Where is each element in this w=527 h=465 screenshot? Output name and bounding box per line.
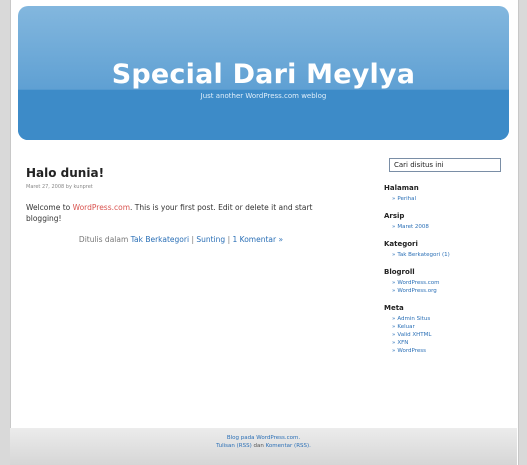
- filed-label: Ditulis dalam: [78, 235, 129, 244]
- sidebar-item-perihal[interactable]: Perihal: [397, 196, 416, 202]
- sidebar-link[interactable]: » Tak Berkategori (1): [392, 251, 514, 259]
- bullet-icon: »: [392, 196, 396, 202]
- bullet-icon: »: [392, 348, 396, 354]
- post: Halo dunia! Maret 27, 2008 by kunpret We…: [26, 166, 336, 244]
- separator: |: [191, 235, 194, 244]
- comments-rss-link[interactable]: Komentar (RSS).: [266, 443, 311, 449]
- entries-rss-link[interactable]: Tulisan (RSS): [216, 443, 252, 449]
- widget-categories: Kategori » Tak Berkategori (1): [384, 240, 514, 259]
- sidebar-link[interactable]: » XFN: [392, 339, 514, 347]
- blog-description: Just another WordPress.com weblog: [200, 92, 327, 100]
- sidebar-link[interactable]: » WordPress.com: [392, 279, 514, 287]
- search-input[interactable]: Cari disitus ini: [389, 158, 501, 172]
- widget-archives: Arsip » Maret 2008: [384, 212, 514, 231]
- widget-pages: Halaman » Perihal: [384, 184, 514, 203]
- blog-title[interactable]: Special Dari Meylya: [18, 59, 509, 90]
- sidebar-link[interactable]: » Admin Situs: [392, 315, 514, 323]
- widget-title: Arsip: [384, 212, 405, 220]
- blog-header: Special Dari Meylya Just another WordPre…: [18, 6, 509, 140]
- bullet-icon: »: [392, 324, 396, 330]
- bullet-icon: »: [392, 340, 396, 346]
- widget-title: Meta: [384, 304, 404, 312]
- post-title[interactable]: Halo dunia!: [26, 166, 336, 180]
- wordpress-link[interactable]: WordPress.com: [73, 203, 130, 212]
- bullet-icon: »: [392, 288, 396, 294]
- footer-credit-link[interactable]: Blog pada WordPress.com.: [227, 435, 300, 441]
- bullet-icon: »: [392, 332, 396, 338]
- footer-and: dan: [253, 443, 264, 449]
- sidebar-item-wordpress-org[interactable]: WordPress.org: [397, 288, 436, 294]
- sidebar-item-category[interactable]: Tak Berkategori (1): [397, 252, 449, 258]
- comments-link[interactable]: 1 Komentar »: [233, 235, 284, 244]
- bullet-icon: »: [392, 252, 396, 258]
- sidebar-item-logout[interactable]: Keluar: [397, 324, 414, 330]
- widget-meta: Meta » Admin Situs » Keluar » Valid XHTML »…: [384, 304, 514, 355]
- edit-link[interactable]: Sunting: [196, 235, 225, 244]
- widget-title: Kategori: [384, 240, 418, 248]
- bullet-icon: »: [392, 316, 396, 322]
- sidebar-item-xfn[interactable]: XFN: [397, 340, 408, 346]
- bullet-icon: »: [392, 280, 396, 286]
- widget-title: Blogroll: [384, 268, 415, 276]
- post-meta: Maret 27, 2008 by kunpret: [26, 184, 93, 190]
- category-link[interactable]: Tak Berkategori: [131, 235, 189, 244]
- sidebar-link[interactable]: » Maret 2008: [392, 223, 514, 231]
- bullet-icon: »: [392, 224, 396, 230]
- post-body-prefix: Welcome to: [26, 203, 73, 212]
- sidebar-link[interactable]: » WordPress: [392, 347, 514, 355]
- widget-blogroll: Blogroll » WordPress.com » WordPress.org: [384, 268, 514, 295]
- footer: Blog pada WordPress.com. Tulisan (RSS) d…: [10, 428, 517, 465]
- sidebar: Halaman » Perihal Arsip » Maret 2008 Kateg…: [384, 184, 514, 364]
- sidebar-item-xhtml[interactable]: Valid XHTML: [397, 332, 431, 338]
- separator: |: [227, 235, 231, 244]
- sidebar-item-admin[interactable]: Admin Situs: [397, 316, 430, 322]
- sidebar-item-wordpress[interactable]: WordPress: [397, 348, 426, 354]
- sidebar-item-archive[interactable]: Maret 2008: [397, 224, 429, 230]
- post-body: Welcome to WordPress.com. This is your f…: [26, 202, 331, 224]
- sidebar-link[interactable]: » Valid XHTML: [392, 331, 514, 339]
- sidebar-link[interactable]: » Keluar: [392, 323, 514, 331]
- widget-title: Halaman: [384, 184, 419, 192]
- sidebar-item-wordpress-com[interactable]: WordPress.com: [397, 280, 439, 286]
- sidebar-link[interactable]: » Perihal: [392, 195, 514, 203]
- post-footer-meta: Ditulis dalam Tak Berkategori | Sunting …: [26, 235, 336, 244]
- sidebar-link[interactable]: » WordPress.org: [392, 287, 514, 295]
